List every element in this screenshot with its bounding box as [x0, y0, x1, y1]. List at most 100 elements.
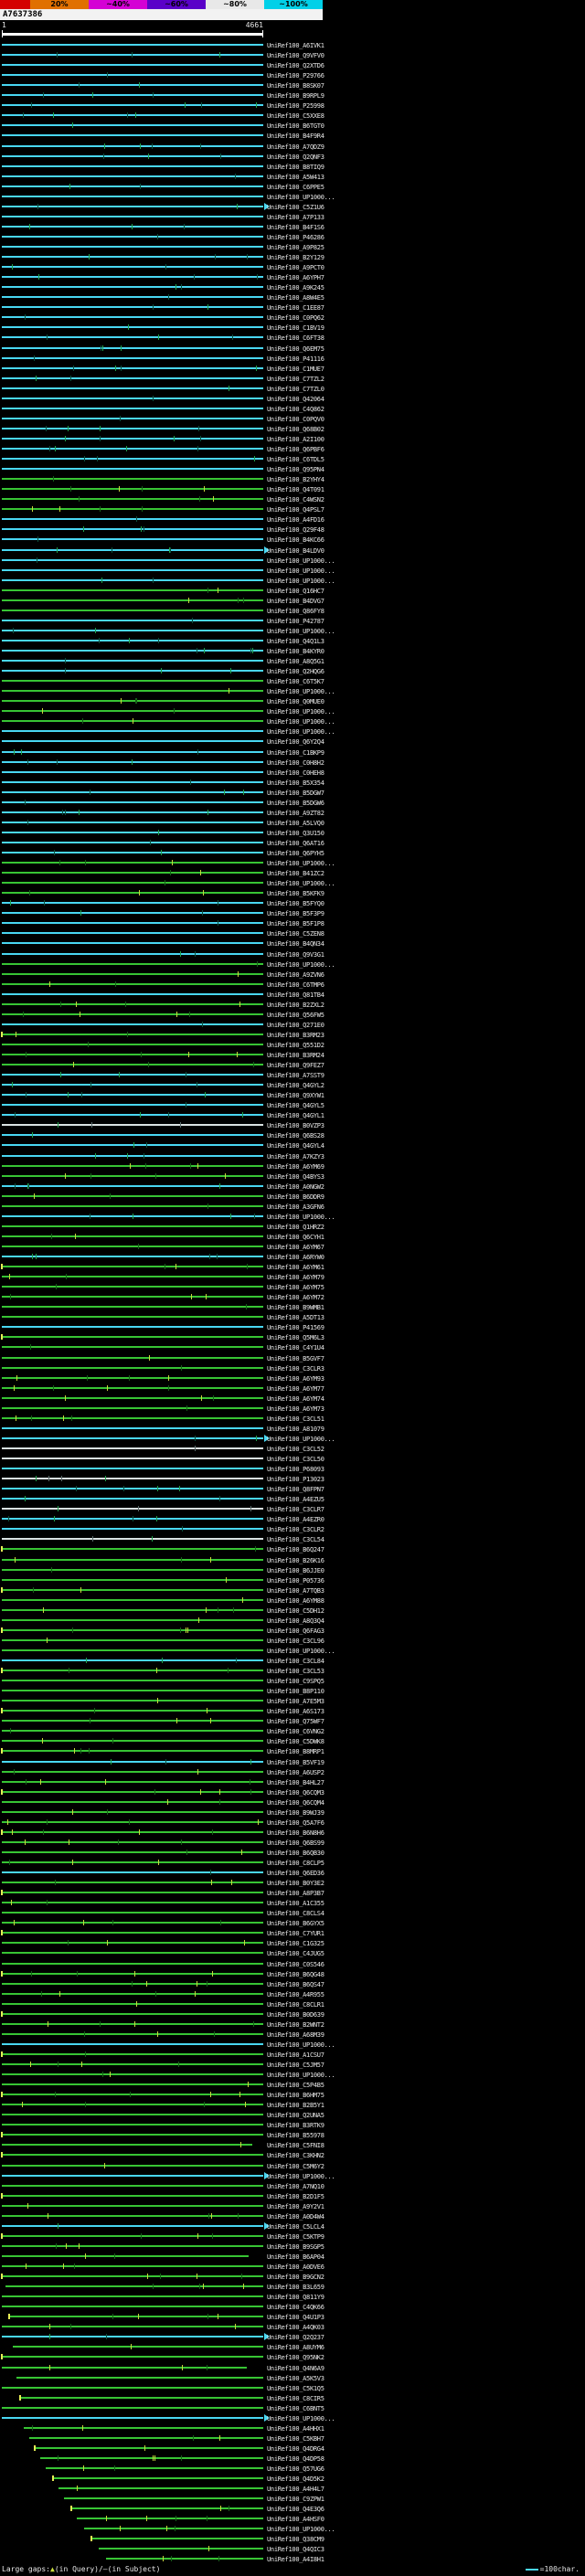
hit-row[interactable]: UniRef100_C0PQV0 — [0, 414, 585, 424]
hit-row[interactable]: UniRef100_A9ZVN6 — [0, 970, 585, 980]
hit-row[interactable]: UniRef100_P29766 — [0, 70, 585, 80]
hit-row[interactable]: UniRef100_B5KFK9 — [0, 888, 585, 898]
hit-row[interactable]: UniRef100_B4F9R4 — [0, 131, 585, 141]
hit-row[interactable]: UniRef100_B2WNT2 — [0, 2019, 585, 2030]
hit-row[interactable]: UniRef100_UP1000... — [0, 566, 585, 576]
hit-row[interactable]: UniRef100_Q4Q1L3 — [0, 636, 585, 646]
hit-row[interactable]: UniRef100_Q6AT16 — [0, 838, 585, 848]
hit-row[interactable]: UniRef100_C1G325 — [0, 1938, 585, 1948]
hit-row[interactable]: UniRef100_C0HEH8 — [0, 768, 585, 778]
hit-row[interactable]: UniRef100_P42787 — [0, 616, 585, 626]
hit-row[interactable]: UniRef100_C5LCL4 — [0, 2221, 585, 2231]
hit-row[interactable]: UniRef100_B2ZXL2 — [0, 1000, 585, 1010]
hit-row[interactable]: UniRef100_C3CL50 — [0, 1454, 585, 1464]
hit-row[interactable]: UniRef100_C6BNT5 — [0, 2403, 585, 2413]
hit-row[interactable]: UniRef100_B5F3P9 — [0, 908, 585, 918]
hit-row[interactable]: UniRef100_B3L659 — [0, 2282, 585, 2292]
hit-row[interactable]: UniRef100_B8P110 — [0, 1686, 585, 1696]
hit-row[interactable]: UniRef100_A3GFN6 — [0, 1202, 585, 1212]
hit-row[interactable]: UniRef100_UP1000... — [0, 2070, 585, 2080]
hit-row[interactable]: UniRef100_Q6CYH1 — [0, 1232, 585, 1242]
hit-row[interactable]: UniRef100_A0DVE6 — [0, 2262, 585, 2272]
hit-row[interactable]: UniRef100_A8Q3Q4 — [0, 1616, 585, 1626]
hit-row[interactable]: UniRef100_A6YM88 — [0, 1595, 585, 1606]
hit-row[interactable]: UniRef100_A5W413 — [0, 172, 585, 182]
hit-row[interactable]: UniRef100_A68M39 — [0, 2030, 585, 2040]
hit-row[interactable]: UniRef100_C4Q862 — [0, 404, 585, 414]
hit-row[interactable]: UniRef100_UP1000... — [0, 556, 585, 566]
hit-row[interactable]: UniRef100_Q9V3G1 — [0, 949, 585, 959]
hit-row[interactable]: UniRef100_C1EE87 — [0, 302, 585, 313]
hit-row[interactable]: UniRef100_B2B5Y1 — [0, 2100, 585, 2110]
hit-row[interactable]: UniRef100_A7QDZ9 — [0, 142, 585, 152]
hit-row[interactable]: UniRef100_A6YM69 — [0, 1161, 585, 1171]
hit-row[interactable]: UniRef100_A6YM72 — [0, 1292, 585, 1302]
hit-row[interactable]: UniRef100_C3CL51 — [0, 1414, 585, 1424]
hit-row[interactable]: UniRef100_C5XXE8 — [0, 111, 585, 121]
hit-row[interactable]: UniRef100_C7TZL0 — [0, 384, 585, 394]
hit-row[interactable]: UniRef100_Q4GYL5 — [0, 1100, 585, 1110]
hit-row[interactable]: UniRef100_B6QS47 — [0, 1979, 585, 1989]
hit-row[interactable]: UniRef100_C4QK66 — [0, 2302, 585, 2312]
hit-row[interactable]: UniRef100_A6S173 — [0, 1706, 585, 1716]
hit-row[interactable]: UniRef100_B9WMB1 — [0, 1302, 585, 1312]
hit-row[interactable]: UniRef100_A7NQ10 — [0, 2181, 585, 2191]
hit-row[interactable]: UniRef100_B5FYQ0 — [0, 898, 585, 908]
hit-row[interactable]: UniRef100_Q5M6L3 — [0, 1332, 585, 1342]
hit-row[interactable]: UniRef100_UP1000... — [0, 858, 585, 868]
hit-row[interactable]: UniRef100_UP1000... — [0, 2524, 585, 2534]
hit-row[interactable]: UniRef100_A4HHX1 — [0, 2423, 585, 2433]
hit-row[interactable]: UniRef100_B6TGT0 — [0, 121, 585, 131]
hit-row[interactable]: UniRef100_Q56FW5 — [0, 1010, 585, 1020]
hit-row[interactable]: UniRef100_Q6ED36 — [0, 1868, 585, 1878]
hit-row[interactable]: UniRef100_Q95NK2 — [0, 2352, 585, 2362]
hit-row[interactable]: UniRef100_C1BV19 — [0, 323, 585, 333]
hit-row[interactable]: UniRef100_B41ZC2 — [0, 868, 585, 878]
hit-row[interactable]: UniRef100_Q2UNA5 — [0, 2110, 585, 2120]
hit-row[interactable]: UniRef100_A0NGW2 — [0, 1182, 585, 1192]
hit-row[interactable]: UniRef100_B4LDV0 — [0, 546, 585, 556]
hit-row[interactable]: UniRef100_Q2Q237 — [0, 2332, 585, 2342]
hit-row[interactable]: UniRef100_Q9VFV0 — [0, 50, 585, 60]
hit-row[interactable]: UniRef100_B0Y3E2 — [0, 1878, 585, 1888]
hit-row[interactable]: UniRef100_C6PPE5 — [0, 182, 585, 192]
hit-row[interactable]: UniRef100_P46286 — [0, 232, 585, 242]
hit-row[interactable]: UniRef100_UP1000... — [0, 192, 585, 202]
hit-row[interactable]: UniRef100_UP1000... — [0, 1434, 585, 1444]
hit-row[interactable]: UniRef100_B9WJ39 — [0, 1807, 585, 1818]
hit-row[interactable]: UniRef100_A6YM73 — [0, 1404, 585, 1414]
hit-row[interactable]: UniRef100_A4EZR0 — [0, 1514, 585, 1524]
hit-row[interactable]: UniRef100_A6YM75 — [0, 1282, 585, 1292]
hit-row[interactable]: UniRef100_C5P4B5 — [0, 2080, 585, 2090]
hit-row[interactable]: UniRef100_Q95PN4 — [0, 464, 585, 474]
hit-row[interactable]: UniRef100_C8CLR1 — [0, 1999, 585, 2009]
hit-row[interactable]: UniRef100_UP1000... — [0, 576, 585, 586]
hit-row[interactable]: UniRef100_A9P825 — [0, 242, 585, 252]
hit-row[interactable]: UniRef100_Q6CQM4 — [0, 1797, 585, 1807]
hit-row[interactable]: UniRef100_A1C355 — [0, 1898, 585, 1908]
hit-row[interactable]: UniRef100_Q6Y2Q4 — [0, 737, 585, 747]
hit-row[interactable]: UniRef100_A5LVQ0 — [0, 818, 585, 828]
hit-row[interactable]: UniRef100_C6T5K7 — [0, 676, 585, 686]
hit-row[interactable]: UniRef100_B6QB30 — [0, 1848, 585, 1858]
hit-row[interactable]: UniRef100_C3CL96 — [0, 1636, 585, 1646]
hit-row[interactable]: UniRef100_Q86FY8 — [0, 606, 585, 616]
hit-row[interactable]: UniRef100_Q811Y9 — [0, 2292, 585, 2302]
hit-row[interactable]: UniRef100_B3RM23 — [0, 1030, 585, 1040]
hit-row[interactable]: UniRef100_A4QK03 — [0, 2322, 585, 2332]
hit-row[interactable]: UniRef100_Q4N6A9 — [0, 2363, 585, 2373]
hit-row[interactable]: UniRef100_UP1000... — [0, 2171, 585, 2181]
hit-row[interactable]: UniRef100_A2I100 — [0, 434, 585, 444]
hit-row[interactable]: UniRef100_C3KHN2 — [0, 2150, 585, 2160]
hit-row[interactable]: UniRef100_A1CSU7 — [0, 2050, 585, 2060]
hit-row[interactable]: UniRef100_C4WSN2 — [0, 494, 585, 504]
hit-row[interactable]: UniRef100_C7YUR1 — [0, 1928, 585, 1938]
hit-row[interactable]: UniRef100_UP1000... — [0, 726, 585, 737]
hit-row[interactable]: UniRef100_A81079 — [0, 1424, 585, 1434]
hit-row[interactable]: UniRef100_Q6PYH5 — [0, 848, 585, 858]
hit-row[interactable]: UniRef100_Q42064 — [0, 394, 585, 404]
hit-row[interactable]: UniRef100_C5K1Q5 — [0, 2383, 585, 2393]
hit-row[interactable]: UniRef100_C6VNG2 — [0, 1726, 585, 1736]
hit-row[interactable]: UniRef100_A4H4L7 — [0, 2484, 585, 2494]
hit-row[interactable]: UniRef100_A6YM79 — [0, 1272, 585, 1282]
